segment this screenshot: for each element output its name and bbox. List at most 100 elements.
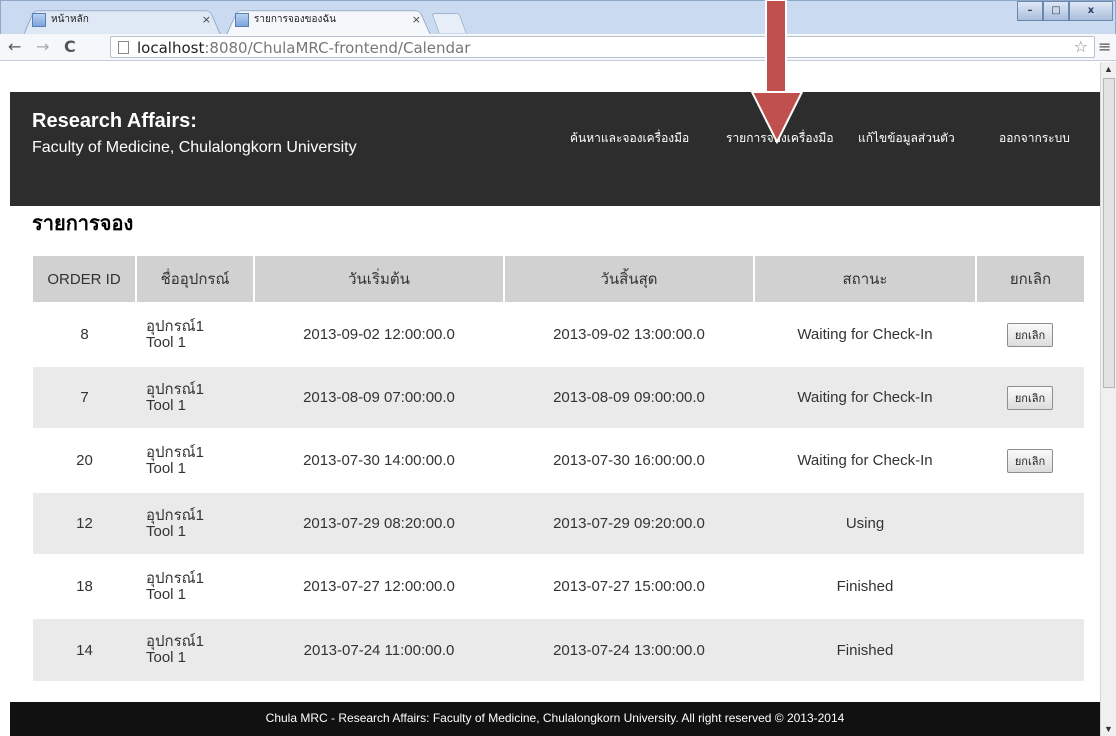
favicon-icon xyxy=(235,13,249,27)
cancel-cell: ยกเลิก xyxy=(976,428,1084,492)
end-date-cell: 2013-07-30 16:00:00.0 xyxy=(504,428,754,492)
column-header: สถานะ xyxy=(754,256,977,303)
browser-toolbar: ← → C localhost:8080/ChulaMRC-frontend/C… xyxy=(0,34,1116,61)
tool-name-cell: อุปกรณ์1 Tool 1 xyxy=(136,554,254,618)
cancel-button[interactable]: ยกเลิก xyxy=(1006,322,1054,347)
tool-name-en: Tool 1 xyxy=(146,585,187,603)
cancel-cell: ยกเลิก xyxy=(976,365,1084,429)
cancel-cell xyxy=(976,491,1084,555)
minimize-button[interactable]: – xyxy=(1017,1,1043,21)
tool-name-en: Tool 1 xyxy=(146,396,187,414)
end-date-cell: 2013-09-02 13:00:00.0 xyxy=(504,302,754,366)
column-header: ORDER ID xyxy=(33,256,137,303)
cancel-cell: ยกเลิก xyxy=(976,302,1084,366)
tool-name-cell: อุปกรณ์1 Tool 1 xyxy=(136,302,254,366)
scroll-down-icon[interactable]: ▼ xyxy=(1104,724,1113,734)
tool-name-cell: อุปกรณ์1 Tool 1 xyxy=(136,365,254,429)
nav-edit-profile[interactable]: แก้ไขข้อมูลส่วนตัว xyxy=(858,129,955,148)
tool-name-th: อุปกรณ์1 xyxy=(146,569,204,587)
cancel-button[interactable]: ยกเลิก xyxy=(1006,448,1054,473)
start-date-cell: 2013-07-29 08:20:00.0 xyxy=(254,491,504,555)
url-text: localhost:8080/ChulaMRC-frontend/Calenda… xyxy=(137,39,471,57)
tab-label: รายการจองของฉัน xyxy=(254,14,337,25)
start-date-cell: 2013-09-02 12:00:00.0 xyxy=(254,302,504,366)
status-cell: Finished xyxy=(754,554,976,618)
site-header: Research Affairs: Faculty of Medicine, C… xyxy=(10,92,1100,206)
tool-name-th: อุปกรณ์1 xyxy=(146,506,204,524)
tab-label: หน้าหลัก xyxy=(51,14,89,25)
end-date-cell: 2013-07-29 09:20:00.0 xyxy=(504,491,754,555)
status-cell: Waiting for Check-In xyxy=(754,302,976,366)
tool-name-cell: อุปกรณ์1 Tool 1 xyxy=(136,428,254,492)
nav-search-book[interactable]: ค้นหาและจองเครื่องมือ xyxy=(570,129,689,148)
browser-title-bar: หน้าหลัก × รายการจองของฉัน × – □ x xyxy=(0,0,1116,35)
cancel-cell xyxy=(976,617,1084,681)
tool-name-en: Tool 1 xyxy=(146,333,187,351)
site-title: Research Affairs: xyxy=(32,110,197,132)
end-date-cell: 2013-07-27 15:00:00.0 xyxy=(504,554,754,618)
favicon-icon xyxy=(32,13,46,27)
table-row: 12 อุปกรณ์1 Tool 1 2013-07-29 08:20:00.0 201… xyxy=(33,491,1084,555)
page-icon xyxy=(118,41,129,54)
tool-name-en: Tool 1 xyxy=(146,459,187,477)
table-row: 7 อุปกรณ์1 Tool 1 2013-08-09 07:00:00.0 2013… xyxy=(33,365,1084,429)
tab-close-icon[interactable]: × xyxy=(202,7,211,33)
table-row: 14 อุปกรณ์1 Tool 1 2013-07-24 11:00:00.0 201… xyxy=(33,617,1084,681)
start-date-cell: 2013-08-09 07:00:00.0 xyxy=(254,365,504,429)
tool-name-cell: อุปกรณ์1 Tool 1 xyxy=(136,491,254,555)
status-cell: Finished xyxy=(754,617,976,681)
tool-name-th: อุปกรณ์1 xyxy=(146,317,204,335)
page-viewport: Research Affairs: Faculty of Medicine, C… xyxy=(0,62,1116,736)
site-subtitle: Faculty of Medicine, Chulalongkorn Unive… xyxy=(32,139,357,156)
table-header-row: ORDER ID ชื่ออุปกรณ์ วันเริ่มต้น วันสิ้น… xyxy=(33,256,1084,303)
reload-icon[interactable]: C xyxy=(64,37,76,56)
tool-name-th: อุปกรณ์1 xyxy=(146,443,204,461)
forward-icon[interactable]: → xyxy=(36,37,49,56)
tool-name-th: อุปกรณ์1 xyxy=(146,633,204,650)
cancel-button[interactable]: ยกเลิก xyxy=(1006,385,1054,410)
bookmark-star-icon[interactable]: ☆ xyxy=(1074,37,1088,57)
status-cell: Using xyxy=(754,491,976,555)
order-id-cell: 14 xyxy=(33,617,136,681)
column-header: ยกเลิก xyxy=(976,256,1084,303)
site-footer: Chula MRC - Research Affairs: Faculty of… xyxy=(10,702,1100,736)
maximize-button[interactable]: □ xyxy=(1043,1,1069,21)
order-id-cell: 8 xyxy=(33,302,136,366)
order-id-cell: 7 xyxy=(33,365,136,429)
column-header: ชื่ออุปกรณ์ xyxy=(136,256,255,303)
status-cell: Waiting for Check-In xyxy=(754,365,976,429)
browser-tab-my-bookings[interactable]: รายการจองของฉัน × xyxy=(226,7,431,35)
order-id-cell: 20 xyxy=(33,428,136,492)
start-date-cell: 2013-07-30 14:00:00.0 xyxy=(254,428,504,492)
window-close-button[interactable]: x xyxy=(1069,1,1113,21)
end-date-cell: 2013-07-24 13:00:00.0 xyxy=(504,617,754,681)
new-tab-button[interactable] xyxy=(431,13,467,33)
address-bar[interactable]: localhost:8080/ChulaMRC-frontend/Calenda… xyxy=(110,36,1095,58)
cancel-cell xyxy=(976,554,1084,618)
back-icon[interactable]: ← xyxy=(8,37,21,56)
annotation-arrow-icon xyxy=(750,0,804,144)
vertical-scrollbar[interactable]: ▲ ▼ xyxy=(1100,62,1116,736)
order-id-cell: 18 xyxy=(33,554,136,618)
bookings-table: ORDER ID ชื่ออุปกรณ์ วันเริ่มต้น วันสิ้น… xyxy=(33,256,1084,681)
table-row: 8 อุปกรณ์1 Tool 1 2013-09-02 12:00:00.0 2013… xyxy=(33,302,1084,366)
column-header: วันสิ้นสุด xyxy=(504,256,755,303)
tool-name-en: Tool 1 xyxy=(146,649,187,666)
status-cell: Waiting for Check-In xyxy=(754,428,976,492)
end-date-cell: 2013-08-09 09:00:00.0 xyxy=(504,365,754,429)
scroll-up-icon[interactable]: ▲ xyxy=(1104,64,1113,74)
tool-name-cell: อุปกรณ์1 Tool 1 xyxy=(136,617,254,681)
tool-name-th: อุปกรณ์1 xyxy=(146,380,204,398)
table-row: 20 อุปกรณ์1 Tool 1 2013-07-30 14:00:00.0 201… xyxy=(33,428,1084,492)
nav-logout[interactable]: ออกจากระบบ xyxy=(999,129,1070,148)
page-title: รายการจอง xyxy=(32,211,134,235)
column-header: วันเริ่มต้น xyxy=(254,256,505,303)
scroll-thumb[interactable] xyxy=(1103,78,1115,388)
start-date-cell: 2013-07-24 11:00:00.0 xyxy=(254,617,504,681)
start-date-cell: 2013-07-27 12:00:00.0 xyxy=(254,554,504,618)
browser-tab-home[interactable]: หน้าหลัก × xyxy=(23,7,221,35)
table-row: 18 อุปกรณ์1 Tool 1 2013-07-27 12:00:00.0 201… xyxy=(33,554,1084,618)
tab-close-icon[interactable]: × xyxy=(412,7,421,33)
tool-name-en: Tool 1 xyxy=(146,522,187,540)
menu-icon[interactable]: ≡ xyxy=(1098,37,1111,56)
